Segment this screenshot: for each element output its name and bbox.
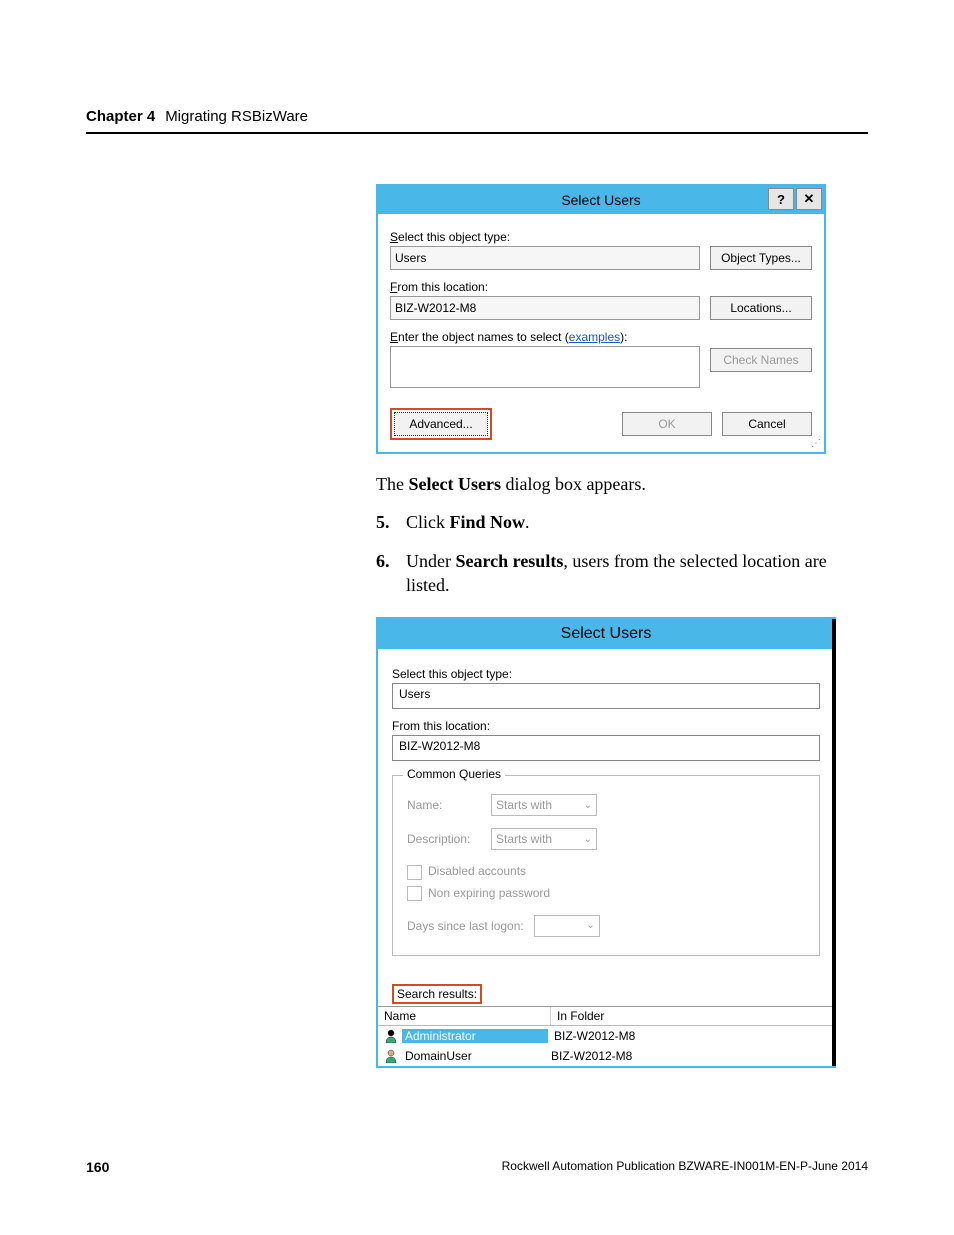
column-name[interactable]: Name [378,1007,551,1025]
select-users-dialog: Select Users ? ✕ Select this object type… [376,184,826,454]
check-names-button[interactable]: Check Names [710,348,812,372]
common-queries-group: Common Queries Name: Starts with ⌄ Descr… [392,775,820,956]
name-combo[interactable]: Starts with ⌄ [491,794,597,816]
description-combo[interactable]: Starts with ⌄ [491,828,597,850]
days-label: Days since last logon: [407,919,524,933]
non-expiring-checkbox[interactable]: Non expiring password [407,886,805,901]
row-name: Administrator [402,1029,548,1043]
dialog2-title: Select Users [561,625,652,643]
help-icon[interactable]: ? [768,188,794,210]
examples-link[interactable]: examples [569,330,620,344]
chevron-down-icon: ⌄ [584,800,592,811]
select-users-advanced-dialog: Select Users Select this object type: Us… [376,617,836,1068]
object-type-label-2: Select this object type: [392,667,820,681]
content-column: Select Users ? ✕ Select this object type… [376,184,846,1068]
chevron-down-icon: ⌄ [586,920,594,931]
user-icon [384,1029,398,1043]
page-footer: 160 Rockwell Automation Publication BZWA… [86,1159,868,1175]
object-types-button[interactable]: Object Types... [710,246,812,270]
location-label: From this location: [390,280,812,294]
dialog2-body: Select this object type: Users From this… [378,649,834,956]
chapter-title: Migrating RSBizWare [165,108,308,125]
resize-grip-icon[interactable]: ⋰ [811,439,821,449]
location-value-2: BIZ-W2012-M8 [392,735,820,761]
row-folder: BIZ-W2012-M8 [545,1049,632,1063]
checkbox-icon [407,865,422,880]
chapter-label: Chapter 4 [86,108,155,125]
step-number: 6. [376,549,406,598]
location-value: BIZ-W2012-M8 [390,296,700,320]
advanced-highlight: Advanced... [390,408,492,440]
publication-info: Rockwell Automation Publication BZWARE-I… [502,1159,868,1175]
advanced-button[interactable]: Advanced... [394,412,488,436]
cancel-button[interactable]: Cancel [722,412,812,436]
location-label-2: From this location: [392,719,820,733]
dialog-titlebar: Select Users ? ✕ [378,186,824,214]
page: Chapter 4 Migrating RSBizWare Select Use… [0,0,954,1235]
disabled-accounts-checkbox[interactable]: Disabled accounts [407,864,805,879]
step-number: 5. [376,510,406,534]
checkbox-icon [407,886,422,901]
step-6: 6. Under Search results, users from the … [376,549,846,598]
object-type-value-2: Users [392,683,820,709]
close-icon[interactable]: ✕ [796,188,822,210]
name-label: Name: [407,798,477,812]
page-header: Chapter 4 Migrating RSBizWare [86,108,868,134]
dialog-body: Select this object type: Users Object Ty… [378,214,824,452]
dialog-title: Select Users [561,192,640,208]
step-5: 5. Click Find Now. [376,510,846,534]
common-queries-legend: Common Queries [403,767,505,781]
results-table: Name In Folder Administrator BIZ-W2012-M… [378,1006,834,1066]
search-results-highlight: Search results: [378,984,834,1004]
table-row[interactable]: Administrator BIZ-W2012-M8 [378,1026,834,1046]
page-number: 160 [86,1159,109,1175]
table-row[interactable]: DomainUser BIZ-W2012-M8 [378,1046,834,1066]
row-folder: BIZ-W2012-M8 [548,1029,635,1043]
table-header: Name In Folder [378,1007,834,1026]
description-label: Description: [407,832,477,846]
column-folder[interactable]: In Folder [551,1007,834,1025]
step-body: Click Find Now. [406,510,846,534]
dialog2-titlebar: Select Users [378,619,834,649]
locations-button[interactable]: Locations... [710,296,812,320]
paragraph: The Select Users dialog box appears. [376,472,846,496]
step-body: Under Search results, users from the sel… [406,549,846,598]
object-type-label: Select this object type: [390,230,812,244]
user-icon [384,1049,398,1063]
search-results-label: Search results: [397,987,477,1001]
days-combo[interactable]: ⌄ [534,915,600,937]
object-names-label: Enter the object names to select (exampl… [390,330,812,344]
chevron-down-icon: ⌄ [584,834,592,845]
object-names-input[interactable] [390,346,700,388]
object-type-value: Users [390,246,700,270]
ok-button[interactable]: OK [622,412,712,436]
row-name: DomainUser [402,1049,545,1063]
